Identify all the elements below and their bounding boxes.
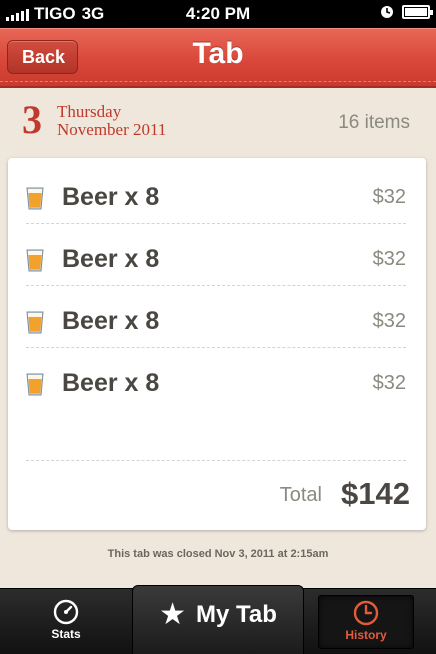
tab-stats-label: Stats: [51, 627, 81, 641]
nav-header: Back Tab: [0, 28, 436, 88]
list-item[interactable]: Beer x 8 $32: [26, 162, 406, 224]
clock-icon: [353, 600, 379, 626]
item-price: $32: [372, 248, 406, 270]
clock: 4:20 PM: [185, 4, 251, 23]
speedometer-icon: [53, 599, 79, 625]
tab-my-tab-label: My Tab: [196, 601, 277, 628]
tab-date-row: 3 Thursday November 2011 16 items: [0, 97, 436, 148]
list-item[interactable]: Beer x 8 $32: [26, 348, 406, 410]
item-price: $32: [372, 310, 406, 332]
item-price: $32: [372, 372, 406, 394]
total-value: $142: [341, 476, 410, 511]
items-count: 16 items: [338, 112, 410, 133]
beer-glass-icon: [26, 373, 44, 396]
list-item[interactable]: Beer x 8 $32: [26, 224, 406, 286]
alarm-clock-icon: [381, 6, 393, 18]
total-divider: [26, 460, 406, 461]
item-name: Beer x 8: [62, 369, 160, 397]
page-title: Tab: [192, 37, 244, 70]
tab-my-tab[interactable]: ★ My Tab: [132, 585, 304, 654]
beer-glass-icon: [26, 311, 44, 334]
beer-glass-icon: [26, 249, 44, 272]
beer-glass-icon: [26, 187, 44, 210]
tab-closed-note: This tab was closed Nov 3, 2011 at 2:15a…: [107, 548, 329, 560]
battery-icon: [402, 5, 433, 19]
list-item[interactable]: Beer x 8 $32: [26, 286, 406, 348]
date-weekday: Thursday: [57, 102, 122, 121]
tab-stats[interactable]: Stats: [26, 589, 106, 654]
status-bar: TIGO 3G 4:20 PM: [0, 0, 436, 28]
tab-items-card: Beer x 8 $32 Beer x 8 $32 Beer x 8 $32 B…: [8, 158, 426, 530]
item-name: Beer x 8: [62, 245, 160, 273]
tab-history[interactable]: History: [318, 595, 414, 649]
total-label: Total: [279, 484, 322, 506]
tab-history-label: History: [345, 628, 387, 642]
item-price: $32: [372, 186, 406, 208]
item-name: Beer x 8: [62, 307, 160, 335]
tab-bar: Stats ★ My Tab History: [0, 585, 436, 654]
date-day: 3: [22, 97, 42, 142]
header-stitching: [0, 81, 436, 82]
star-icon: ★: [159, 598, 186, 631]
date-month-year: November 2011: [57, 120, 167, 139]
item-name: Beer x 8: [62, 183, 160, 211]
